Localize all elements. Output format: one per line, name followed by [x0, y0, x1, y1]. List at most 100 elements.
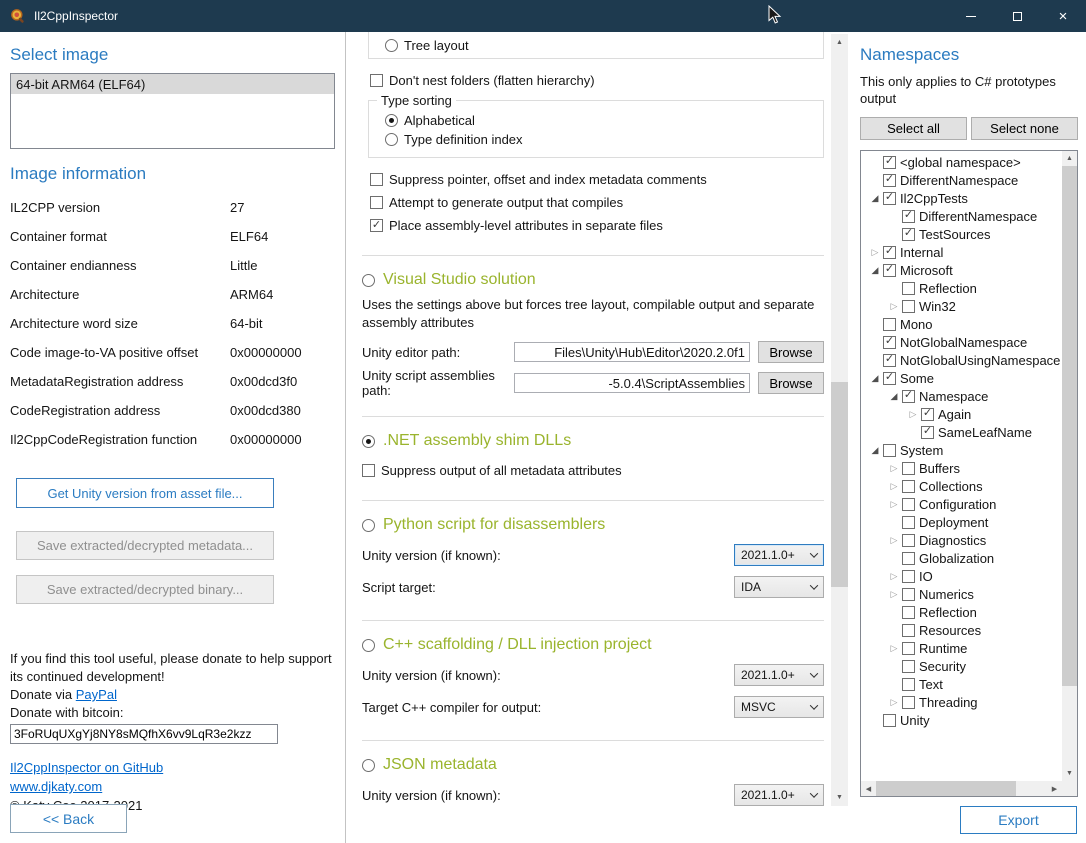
tree-item-collections[interactable]: ▷Collections: [861, 477, 1062, 495]
tree-item-win32[interactable]: ▷Win32: [861, 297, 1062, 315]
alphabetical-option[interactable]: Alphabetical: [385, 113, 823, 128]
tree-item-reflection[interactable]: Reflection: [861, 279, 1062, 297]
collapse-icon[interactable]: ◢: [867, 194, 883, 203]
type-definition-index-radio[interactable]: [385, 133, 398, 146]
namespace-checkbox[interactable]: [883, 318, 896, 331]
tree-item-notglobalusingnamespace[interactable]: NotGlobalUsingNamespace: [861, 351, 1062, 369]
compilable-output-checkbox[interactable]: [370, 196, 383, 209]
cpp-unity-version-select[interactable]: 2021.1.0+: [734, 664, 824, 686]
tree-item-deployment[interactable]: Deployment: [861, 513, 1062, 531]
image-list-item[interactable]: 64-bit ARM64 (ELF64): [11, 74, 334, 94]
export-button[interactable]: Export: [960, 806, 1077, 834]
minimize-button[interactable]: [948, 0, 994, 32]
namespace-checkbox[interactable]: [902, 462, 915, 475]
expand-icon[interactable]: ▷: [886, 500, 902, 509]
middle-scrollbar[interactable]: ▲ ▼: [831, 34, 848, 806]
tree-item-differentnamespace[interactable]: DifferentNamespace: [861, 171, 1062, 189]
namespace-checkbox[interactable]: [902, 300, 915, 313]
expand-icon[interactable]: ▷: [886, 536, 902, 545]
tree-item-security[interactable]: Security: [861, 657, 1062, 675]
shim-dlls-option[interactable]: .NET assembly shim DLLs: [362, 431, 824, 451]
tree-item-global-namespace[interactable]: <global namespace>: [861, 153, 1062, 171]
namespace-checkbox[interactable]: [902, 228, 915, 241]
select-none-button[interactable]: Select none: [971, 117, 1078, 140]
tree-item-differentnamespace[interactable]: DifferentNamespace: [861, 207, 1062, 225]
collapse-icon[interactable]: ◢: [867, 446, 883, 455]
tree-item-internal[interactable]: ▷Internal: [861, 243, 1062, 261]
scroll-right-button[interactable]: ▶: [1047, 781, 1062, 796]
tree-item-diagnostics[interactable]: ▷Diagnostics: [861, 531, 1062, 549]
scroll-up-button[interactable]: ▲: [831, 34, 848, 51]
scrollbar-thumb[interactable]: [831, 382, 848, 587]
namespace-checkbox[interactable]: [883, 444, 896, 457]
expand-icon[interactable]: ▷: [886, 644, 902, 653]
tree-item-resources[interactable]: Resources: [861, 621, 1062, 639]
expand-icon[interactable]: ▷: [886, 698, 902, 707]
expand-icon[interactable]: ▷: [886, 482, 902, 491]
suppress-attributes-checkbox[interactable]: [362, 464, 375, 477]
collapse-icon[interactable]: ◢: [867, 374, 883, 383]
suppress-attributes-option[interactable]: Suppress output of all metadata attribut…: [362, 463, 824, 478]
browse-assemblies-path-button[interactable]: Browse: [758, 372, 824, 394]
bitcoin-address-input[interactable]: [10, 724, 278, 744]
tree-item-threading[interactable]: ▷Threading: [861, 693, 1062, 711]
tree-item-microsoft[interactable]: ◢Microsoft: [861, 261, 1062, 279]
namespace-checkbox[interactable]: [883, 174, 896, 187]
cpp-scaffolding-option[interactable]: C++ scaffolding / DLL injection project: [362, 635, 824, 655]
namespace-checkbox[interactable]: [902, 624, 915, 637]
namespace-checkbox[interactable]: [883, 246, 896, 259]
namespace-checkbox[interactable]: [921, 408, 934, 421]
tree-item-notglobalnamespace[interactable]: NotGlobalNamespace: [861, 333, 1062, 351]
namespace-checkbox[interactable]: [902, 588, 915, 601]
browse-editor-path-button[interactable]: Browse: [758, 341, 824, 363]
namespace-checkbox[interactable]: [883, 372, 896, 385]
tree-item-numerics[interactable]: ▷Numerics: [861, 585, 1062, 603]
scroll-down-button[interactable]: ▼: [1062, 766, 1077, 781]
cpp-compiler-select[interactable]: MSVC: [734, 696, 824, 718]
tree-item-runtime[interactable]: ▷Runtime: [861, 639, 1062, 657]
json-unity-version-select[interactable]: 2021.1.0+: [734, 784, 824, 806]
vs-solution-option[interactable]: Visual Studio solution: [362, 270, 824, 290]
tree-layout-option[interactable]: Tree layout: [385, 38, 469, 53]
separate-attributes-checkbox[interactable]: [370, 219, 383, 232]
namespace-checkbox[interactable]: [883, 264, 896, 277]
python-script-option[interactable]: Python script for disassemblers: [362, 515, 824, 535]
tree-horizontal-scrollbar[interactable]: ◀ ▶: [861, 781, 1062, 796]
expand-icon[interactable]: ▷: [886, 302, 902, 311]
suppress-comments-option[interactable]: Suppress pointer, offset and index metad…: [370, 172, 824, 187]
expand-icon[interactable]: ▷: [886, 572, 902, 581]
tree-item-configuration[interactable]: ▷Configuration: [861, 495, 1062, 513]
python-script-radio[interactable]: [362, 519, 375, 532]
json-metadata-option[interactable]: JSON metadata: [362, 755, 824, 775]
get-unity-version-button[interactable]: Get Unity version from asset file...: [16, 478, 274, 508]
collapse-icon[interactable]: ◢: [867, 266, 883, 275]
image-listbox[interactable]: 64-bit ARM64 (ELF64): [10, 73, 335, 149]
namespace-checkbox[interactable]: [902, 606, 915, 619]
namespace-checkbox[interactable]: [902, 534, 915, 547]
expand-icon[interactable]: ▷: [886, 590, 902, 599]
namespace-checkbox[interactable]: [902, 570, 915, 583]
tree-item-reflection[interactable]: Reflection: [861, 603, 1062, 621]
tree-item-globalization[interactable]: Globalization: [861, 549, 1062, 567]
flatten-checkbox[interactable]: [370, 74, 383, 87]
tree-item-again[interactable]: ▷Again: [861, 405, 1062, 423]
scroll-left-button[interactable]: ◀: [861, 781, 876, 796]
tree-item-unity[interactable]: Unity: [861, 711, 1062, 729]
script-target-select[interactable]: IDA: [734, 576, 824, 598]
tree-item-buffers[interactable]: ▷Buffers: [861, 459, 1062, 477]
cpp-scaffolding-radio[interactable]: [362, 639, 375, 652]
expand-icon[interactable]: ▷: [867, 248, 883, 257]
maximize-button[interactable]: [994, 0, 1040, 32]
namespace-checkbox[interactable]: [921, 426, 934, 439]
collapse-icon[interactable]: ◢: [886, 392, 902, 401]
namespace-checkbox[interactable]: [902, 516, 915, 529]
suppress-comments-checkbox[interactable]: [370, 173, 383, 186]
tree-item-sameleafname[interactable]: SameLeafName: [861, 423, 1062, 441]
close-button[interactable]: ×: [1040, 0, 1086, 32]
namespace-checkbox[interactable]: [902, 480, 915, 493]
shim-dlls-radio[interactable]: [362, 435, 375, 448]
scrollbar-thumb[interactable]: [876, 781, 1016, 796]
tree-item-system[interactable]: ◢System: [861, 441, 1062, 459]
flatten-option[interactable]: Don't nest folders (flatten hierarchy): [370, 73, 824, 88]
namespace-checkbox[interactable]: [883, 156, 896, 169]
